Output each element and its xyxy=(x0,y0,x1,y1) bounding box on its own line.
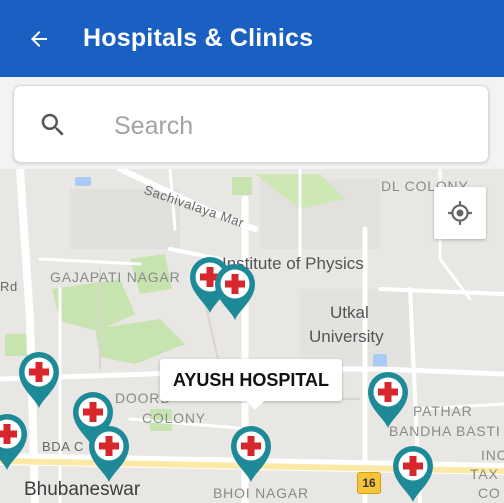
callout-tail xyxy=(246,401,264,410)
selected-hospital-callout[interactable]: AYUSH HOSPITAL xyxy=(160,359,343,410)
map-label-colony: COLONY xyxy=(142,410,206,426)
my-location-icon xyxy=(448,201,472,225)
hospital-cross-icon xyxy=(215,264,255,320)
map-label-gajapati-nagar: GAJAPATI NAGAR xyxy=(50,269,181,285)
arrow-left-icon[interactable] xyxy=(26,26,52,52)
map-label-utkal: Utkal xyxy=(330,303,369,322)
hospital-marker[interactable] xyxy=(227,424,275,484)
my-location-button[interactable] xyxy=(434,187,486,239)
map-label-tax-colony: TAX C xyxy=(470,466,504,482)
highway-shield: 16 xyxy=(357,472,381,494)
hospital-cross-icon xyxy=(0,414,27,470)
page-title: Hospitals & Clinics xyxy=(83,24,314,52)
search-box[interactable] xyxy=(13,85,489,163)
hospital-marker[interactable] xyxy=(364,370,412,430)
app-bar: Hospitals & Clinics xyxy=(0,0,504,77)
map-label-bhoi-nagar: BHOI NAGAR xyxy=(213,485,309,501)
hospital-cross-icon xyxy=(231,426,271,482)
map-label-rd: Rd xyxy=(0,279,18,294)
search-area xyxy=(0,77,504,169)
hospital-marker[interactable] xyxy=(85,424,133,484)
search-input[interactable] xyxy=(112,100,476,152)
hospital-cross-icon xyxy=(368,372,408,428)
map-label-co: CO xyxy=(478,485,501,501)
search-icon xyxy=(41,113,64,136)
hospital-marker[interactable] xyxy=(15,350,63,410)
map-view[interactable]: Sachivalaya Mar DL COLONY GAJAPATI NAGAR… xyxy=(0,169,504,503)
hospital-cross-icon xyxy=(19,352,59,408)
hospital-marker[interactable] xyxy=(211,262,259,322)
hospital-marker[interactable] xyxy=(389,444,437,503)
map-label-university: University xyxy=(309,327,384,346)
map-label-income: INC xyxy=(481,447,504,463)
callout-label: AYUSH HOSPITAL xyxy=(173,369,330,390)
hospital-marker[interactable] xyxy=(0,412,31,472)
hospital-cross-icon xyxy=(89,426,129,482)
map-label-pathar: PATHAR xyxy=(413,403,473,419)
hospital-cross-icon xyxy=(393,446,433,502)
